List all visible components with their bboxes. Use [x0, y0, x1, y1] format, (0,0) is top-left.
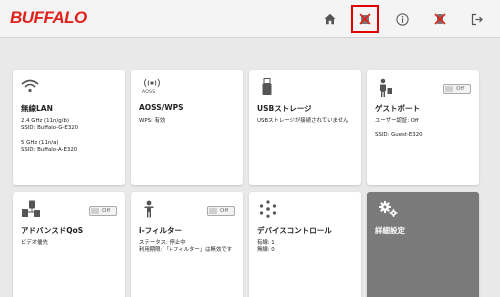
card-title: ゲストポート	[375, 104, 420, 113]
buffalo-logo[interactable]: BUFFALO	[10, 8, 87, 28]
gears-icon	[379, 200, 399, 222]
info-icon[interactable]	[390, 7, 414, 31]
card-details: USBストレージが接続されていません	[257, 118, 349, 124]
alert-icon[interactable]	[428, 7, 452, 31]
i-filter-toggle[interactable]: Off	[207, 206, 235, 216]
child-person-icon	[143, 200, 155, 222]
devices-dots-icon	[259, 200, 277, 222]
usb-drive-icon	[261, 78, 273, 100]
card-title: USBストレージ	[257, 104, 312, 113]
advanced-settings-card[interactable]: 詳細設定	[367, 192, 479, 297]
card-title: アドバンスドQoS	[21, 226, 84, 235]
wireless-lan-card[interactable]: 無線LAN 2.4 GHz (11n/g/b) SSID: Buffalo-G-…	[13, 70, 125, 185]
aoss-icon-label: AOSS	[142, 90, 156, 95]
card-title: i-フィルター	[139, 226, 183, 235]
card-details: 2.4 GHz (11n/g/b) SSID: Buffalo-G-E320 5…	[21, 118, 79, 154]
usb-storage-card[interactable]: USBストレージ USBストレージが接続されていません	[249, 70, 361, 185]
qos-toggle[interactable]: Off	[89, 206, 117, 216]
card-details: WPS: 有効	[139, 118, 166, 124]
card-title: 詳細設定	[375, 226, 405, 235]
wireless-off-icon[interactable]	[351, 5, 379, 33]
card-details: ビデオ優先	[21, 240, 48, 246]
card-details: ステータス: 停止中 利用期限: 「i-フィルター」は無効です	[139, 240, 233, 254]
logout-icon[interactable]	[465, 7, 489, 31]
device-control-card[interactable]: デバイスコントロール 有線: 1 無線: 0	[249, 192, 361, 297]
qos-devices-icon	[21, 200, 41, 222]
guest-port-card[interactable]: Off ゲストポート ユーザー認証: Off SSID: Guest-E320	[367, 70, 479, 185]
advanced-qos-card[interactable]: Off アドバンスドQoS ビデオ優先	[13, 192, 125, 297]
card-details: 有線: 1 無線: 0	[257, 240, 275, 254]
guest-port-toggle[interactable]: Off	[443, 84, 471, 94]
guest-person-icon	[377, 78, 393, 102]
card-title: デバイスコントロール	[257, 226, 332, 235]
home-icon[interactable]	[318, 7, 342, 31]
card-title: 無線LAN	[21, 104, 53, 113]
aoss-wps-card[interactable]: AOSS AOSS/WPS WPS: 有効	[131, 70, 243, 185]
card-details: ユーザー認証: Off SSID: Guest-E320	[375, 118, 423, 139]
card-title: AOSS/WPS	[139, 103, 184, 112]
wifi-icon	[21, 78, 39, 97]
top-bar: BUFFALO	[0, 0, 500, 38]
i-filter-card[interactable]: Off i-フィルター ステータス: 停止中 利用期限: 「i-フィルター」は無…	[131, 192, 243, 297]
